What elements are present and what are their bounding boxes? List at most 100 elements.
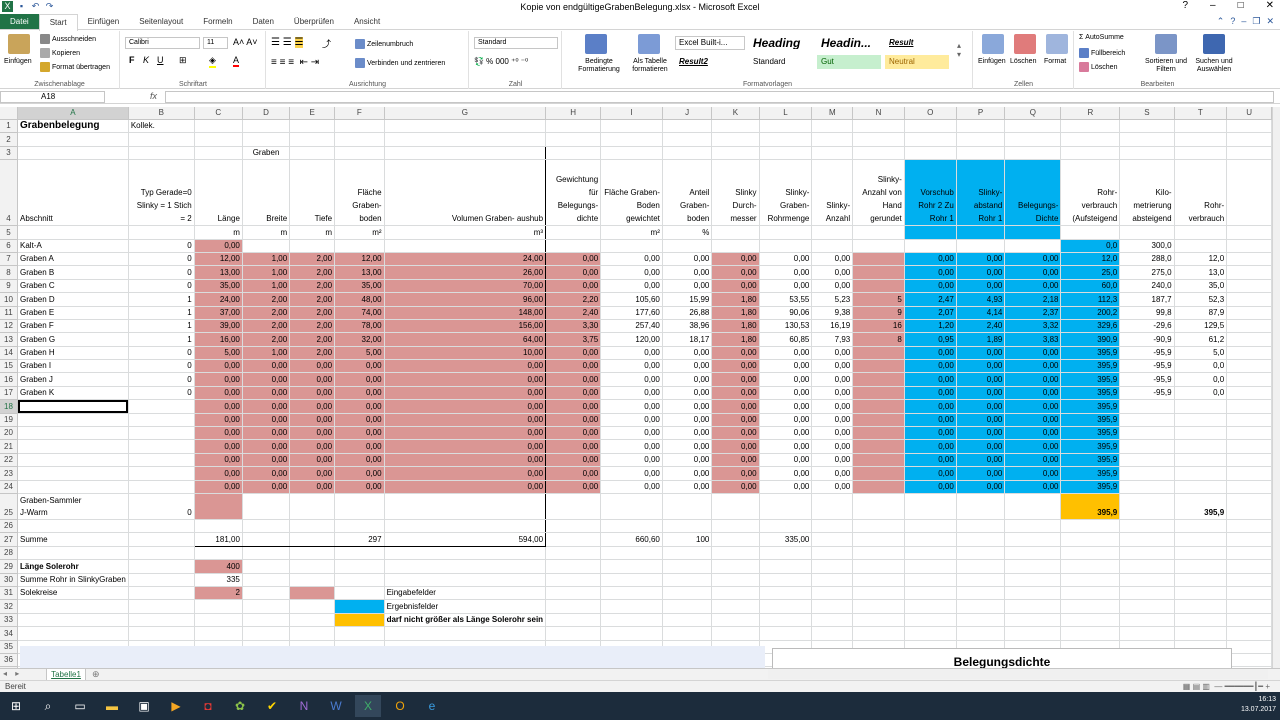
cell[interactable]: 0,00 (384, 453, 547, 468)
system-clock[interactable]: 16:13 13.07.2017 (1241, 695, 1276, 715)
cell[interactable] (904, 119, 957, 134)
cell[interactable]: Graben (242, 145, 291, 161)
cell[interactable] (1226, 413, 1272, 428)
cell[interactable]: Graben A (17, 252, 129, 267)
cell[interactable] (1119, 439, 1175, 454)
cell[interactable] (289, 119, 336, 134)
cell[interactable] (334, 586, 385, 601)
cell[interactable]: 2,00 (289, 319, 336, 334)
outlook-icon[interactable]: O (387, 695, 413, 717)
cell[interactable]: 0,00 (904, 372, 957, 387)
cell[interactable] (956, 613, 1006, 628)
cell[interactable]: Solekreise (17, 586, 129, 601)
column-header-a[interactable]: A (17, 107, 129, 120)
cell[interactable] (384, 145, 547, 161)
cell[interactable]: 0,0 (1174, 386, 1228, 401)
cell[interactable] (711, 559, 760, 574)
cell[interactable]: 0,00 (662, 413, 713, 428)
cell[interactable] (904, 559, 957, 574)
cell[interactable] (852, 519, 905, 534)
cell[interactable] (128, 225, 195, 240)
column-header-b[interactable]: B (128, 107, 195, 120)
cell[interactable] (193, 493, 243, 520)
cell[interactable] (545, 573, 602, 587)
cell[interactable]: 2,00 (289, 252, 336, 267)
cell[interactable] (1174, 426, 1228, 441)
cell[interactable]: 60,85 (759, 332, 813, 347)
font-size-select[interactable]: 11 (203, 37, 228, 49)
fill-button[interactable]: Füllbereich (1079, 48, 1125, 58)
cell[interactable] (1119, 119, 1175, 134)
cell[interactable] (852, 119, 905, 134)
cell[interactable] (334, 145, 385, 161)
row-header[interactable]: 24 (0, 480, 18, 494)
cell[interactable] (600, 559, 663, 574)
cell[interactable]: 0,00 (384, 480, 547, 494)
row-header[interactable]: 21 (0, 439, 18, 454)
cell[interactable] (662, 546, 713, 561)
cell[interactable]: Graben B (17, 265, 129, 280)
cell[interactable] (600, 626, 663, 641)
column-title[interactable]: Länge (193, 159, 243, 227)
cell[interactable] (1226, 359, 1272, 374)
cell[interactable]: 0,00 (193, 466, 243, 481)
cell[interactable] (334, 613, 385, 628)
cell[interactable] (1004, 146, 1062, 161)
clear-button[interactable]: Löschen (1079, 62, 1117, 72)
cell[interactable] (17, 453, 129, 468)
tab-start[interactable]: Start (38, 14, 78, 31)
cell[interactable] (852, 359, 905, 374)
cell[interactable] (759, 599, 813, 614)
cell[interactable] (1119, 225, 1175, 240)
cell[interactable]: 0,00 (545, 265, 602, 280)
cell[interactable]: 0,00 (289, 453, 336, 468)
vertical-scrollbar[interactable] (1272, 107, 1280, 668)
cell[interactable]: 13,00 (334, 265, 385, 280)
cell[interactable] (242, 613, 291, 628)
cell[interactable] (904, 546, 957, 561)
cell[interactable]: 99,8 (1119, 306, 1175, 320)
cell[interactable] (1174, 413, 1228, 428)
cell[interactable] (242, 573, 291, 587)
cell[interactable] (17, 466, 129, 481)
cell[interactable]: -95,9 (1119, 386, 1175, 401)
cell[interactable]: 2,00 (289, 306, 336, 320)
row-header[interactable]: 22 (0, 453, 18, 468)
row-header[interactable]: 17 (0, 386, 18, 401)
tab-einfuegen[interactable]: Einfügen (78, 14, 130, 29)
column-title[interactable]: Vorschub Rohr 2 Zu Rohr 1 (904, 159, 957, 227)
cell[interactable] (545, 599, 602, 614)
cell[interactable]: 0,00 (956, 252, 1006, 267)
cell[interactable]: 2,00 (242, 332, 291, 347)
cell[interactable] (600, 519, 663, 534)
format-cells-icon[interactable] (1046, 34, 1068, 54)
cell[interactable] (1226, 426, 1272, 441)
cell[interactable]: 0,00 (1004, 359, 1062, 374)
cell[interactable]: 0,00 (545, 426, 602, 441)
cell[interactable] (662, 573, 713, 587)
row-header[interactable]: 12 (0, 319, 18, 334)
cell[interactable] (1119, 519, 1175, 534)
tab-seitenlayout[interactable]: Seitenlayout (129, 14, 193, 29)
cell[interactable] (545, 546, 602, 561)
cell[interactable]: 0,00 (193, 359, 243, 374)
cell[interactable]: 0,00 (711, 480, 760, 494)
cell[interactable] (1060, 573, 1121, 587)
cell[interactable] (759, 493, 813, 520)
insert-cells-icon[interactable] (982, 34, 1004, 54)
cell[interactable]: 0,00 (1004, 466, 1062, 481)
cell[interactable]: 0,00 (711, 279, 760, 294)
cell[interactable]: 395,9 (1174, 493, 1228, 520)
cell[interactable] (1174, 466, 1228, 481)
column-header-c[interactable]: C (194, 107, 243, 120)
cell[interactable]: 0,00 (384, 466, 547, 481)
restore-button[interactable]: □ (1238, 0, 1244, 11)
cell[interactable]: 0,00 (1004, 453, 1062, 468)
cell[interactable]: 5,23 (811, 292, 854, 307)
cell[interactable] (600, 239, 663, 253)
cell[interactable] (662, 493, 713, 520)
cell[interactable] (811, 559, 854, 574)
cell[interactable]: 0,00 (600, 265, 663, 280)
cell[interactable] (852, 279, 905, 294)
cell[interactable] (1226, 546, 1272, 561)
